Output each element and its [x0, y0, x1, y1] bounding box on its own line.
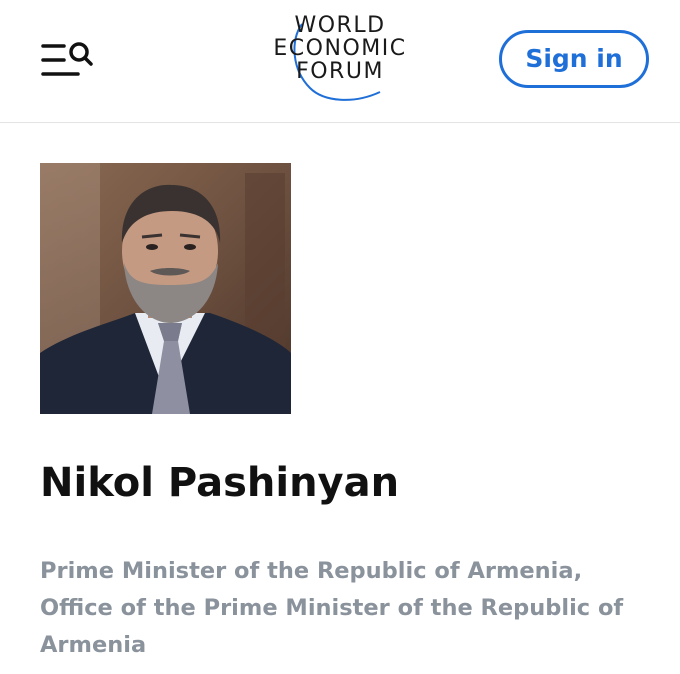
profile-photo — [40, 163, 291, 414]
wef-logo[interactable]: WORLD ECONOMIC FORUM — [262, 12, 418, 108]
logo-line-3: FORUM — [296, 59, 384, 84]
logo-line-2: ECONOMIC — [273, 36, 407, 61]
portrait-image — [40, 163, 291, 414]
menu-search-icon — [41, 42, 93, 76]
person-role: Prime Minister of the Republic of Armeni… — [40, 558, 624, 658]
person-name: Nikol Pashinyan — [40, 460, 400, 506]
logo-line-1: WORLD — [294, 13, 386, 38]
sign-in-button[interactable]: Sign in — [499, 30, 649, 88]
menu-search-button[interactable] — [40, 38, 96, 82]
site-header: WORLD ECONOMIC FORUM Sign in — [0, 0, 680, 123]
